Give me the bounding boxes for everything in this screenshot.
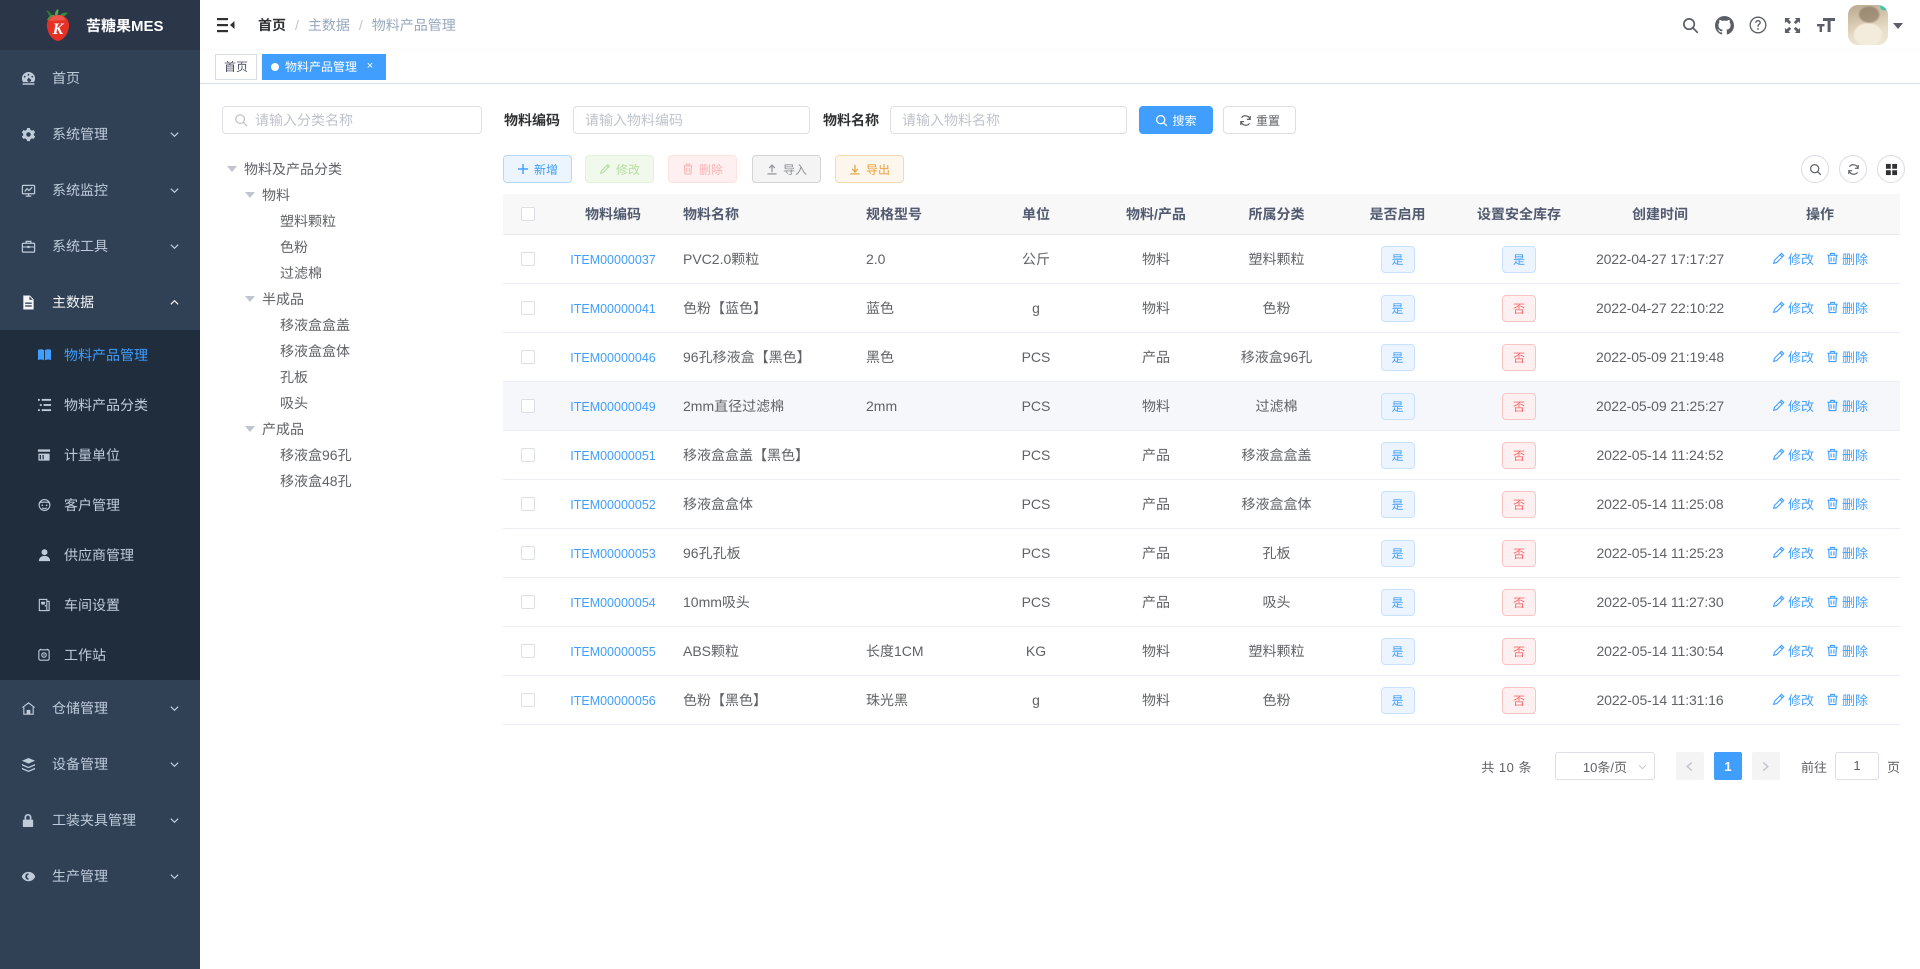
- svg-text:K: K: [52, 21, 65, 38]
